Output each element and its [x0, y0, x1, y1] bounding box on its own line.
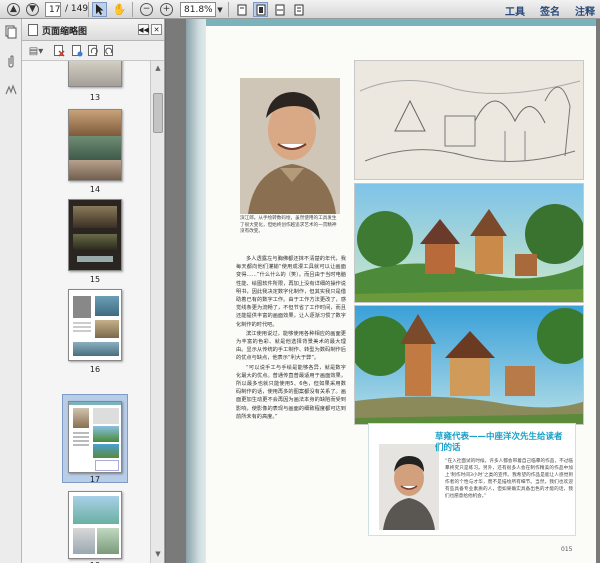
zoom-dropdown-icon[interactable]: ▼ [216, 2, 224, 17]
comment-menu[interactable]: 注释 [575, 3, 595, 18]
page-thumbnail-16[interactable] [68, 289, 122, 361]
insert-pages-icon[interactable] [70, 44, 84, 58]
page-thumbnails-panel: 页面缩略图 ◀◀ ✕ ▤▾ 13 14 15 16 17 ▲ ▼ [22, 19, 165, 563]
article-body: 多人透露左与胸佛都还抹不清楚的年代，我每天都向他们灌输“使用成漫工具就可以让画面… [236, 255, 346, 422]
fit-width-icon[interactable] [272, 2, 287, 17]
thumbnail-label: 15 [89, 275, 101, 284]
fit-page-icon[interactable] [253, 2, 268, 17]
page-thumbnail-15[interactable] [68, 199, 122, 271]
page-number: 015 [561, 546, 573, 553]
page-thumbnail-18[interactable] [68, 491, 122, 559]
thumbnails-panel-icon [28, 24, 38, 36]
close-panel-icon[interactable]: ✕ [151, 24, 162, 35]
main-toolbar: ▲ ▼ 17 / 149 ✋ − + 81.8% ▼ 工具 签名 注释 [0, 0, 600, 19]
read-mode-icon[interactable] [291, 2, 306, 17]
concept-sketch-image [354, 60, 584, 180]
page-thumbnail-13[interactable] [68, 61, 122, 87]
next-page-icon[interactable]: ▼ [26, 3, 39, 16]
attachments-icon[interactable] [4, 55, 18, 69]
rotate-cw-icon[interactable] [102, 44, 116, 58]
document-page: 滨江郎。从手绘转数码绘，虽然使用的工具发生了很大变化，但始终创作越追求艺术的一贯… [206, 19, 596, 563]
previous-page-icon[interactable]: ▲ [7, 3, 20, 16]
collapse-panel-icon[interactable]: ◀◀ [138, 24, 149, 35]
panel-toolbar: ▤▾ [22, 41, 164, 61]
thumbnail-label: 17 [89, 475, 101, 484]
rotate-ccw-icon[interactable] [86, 44, 100, 58]
page-thumbnail-17[interactable] [68, 401, 122, 473]
scroll-down-icon[interactable]: ▼ [153, 549, 163, 559]
toolbar-divider [132, 2, 133, 17]
page-spine-shadow [186, 19, 208, 563]
sign-menu[interactable]: 签名 [540, 3, 560, 18]
toolbar-divider [88, 2, 89, 17]
page-total-label: / 149 [65, 4, 89, 14]
navigation-icon-strip [0, 19, 22, 563]
body-paragraph: “可以说手工与手绘是能够各异，就是数字化最大的优点。普通传直普最适用于画面效果，… [236, 364, 346, 420]
hand-tool-icon[interactable]: ✋ [112, 2, 127, 17]
thumbnail-list: 13 14 15 16 17 [22, 61, 150, 563]
document-viewport[interactable]: 滨江郎。从手绘转数码绘，虽然使用的工具发生了很大变化，但始终创作越追求艺术的一贯… [166, 19, 600, 563]
portrait-photo [240, 78, 340, 214]
page-header-bar [206, 19, 596, 26]
page-number-input[interactable]: 17 [45, 2, 61, 17]
body-paragraph: 多人透露左与胸佛都还抹不清楚的年代，我每天都向他们灌输“使用成漫工具就可以让画面… [236, 256, 346, 328]
options-menu-icon[interactable]: ▤▾ [26, 44, 46, 58]
panel-title: 页面缩略图 [42, 27, 88, 37]
thumbnail-label: 16 [89, 365, 101, 374]
thumbnail-label: 14 [89, 185, 101, 194]
scrollbar-thumb[interactable] [153, 93, 163, 133]
thumbnail-label: 13 [89, 93, 101, 102]
tools-menu[interactable]: 工具 [505, 3, 525, 18]
village-artwork-image [354, 183, 584, 303]
sidebar-title: 草雍代表——中座洋次先生给读者们的话 [435, 432, 563, 453]
zoom-out-icon[interactable]: − [140, 3, 153, 16]
thumbnail-scrollbar[interactable]: ▲ ▼ [150, 61, 164, 563]
photo-caption: 滨江郎。从手绘转数码绘，虽然使用的工具发生了很大变化，但始终创作越追求艺术的一贯… [240, 216, 337, 234]
signatures-icon[interactable] [4, 83, 18, 97]
page-thumbnails-icon[interactable] [4, 25, 18, 39]
sidebar-portrait-photo [379, 444, 439, 530]
page-thumbnail-14[interactable] [68, 109, 122, 181]
select-tool-icon[interactable] [92, 2, 107, 17]
zoom-level-input[interactable]: 81.8% [180, 2, 216, 17]
sidebar-quote: “在入社面试的时候，许多人都会带着自己临摹的作品，不过临摹终究只是练习。另外，还… [445, 459, 573, 499]
zoom-in-icon[interactable]: + [160, 3, 173, 16]
panel-header: 页面缩略图 ◀◀ ✕ [22, 19, 164, 41]
single-page-icon[interactable] [234, 2, 249, 17]
interview-sidebar: 草雍代表——中座洋次先生给读者们的话 “在入社面试的时候，许多人都会带着自己临摹… [368, 423, 576, 536]
delete-pages-icon[interactable] [52, 44, 66, 58]
body-paragraph: 滨江使用说过，能够使用各种相应的画面更为丰富的色彩、就是他选择背景美术的最大理由… [236, 330, 346, 362]
village-artwork-image-2 [354, 305, 584, 425]
toolbar-divider [228, 2, 229, 17]
scroll-up-icon[interactable]: ▲ [153, 63, 163, 73]
